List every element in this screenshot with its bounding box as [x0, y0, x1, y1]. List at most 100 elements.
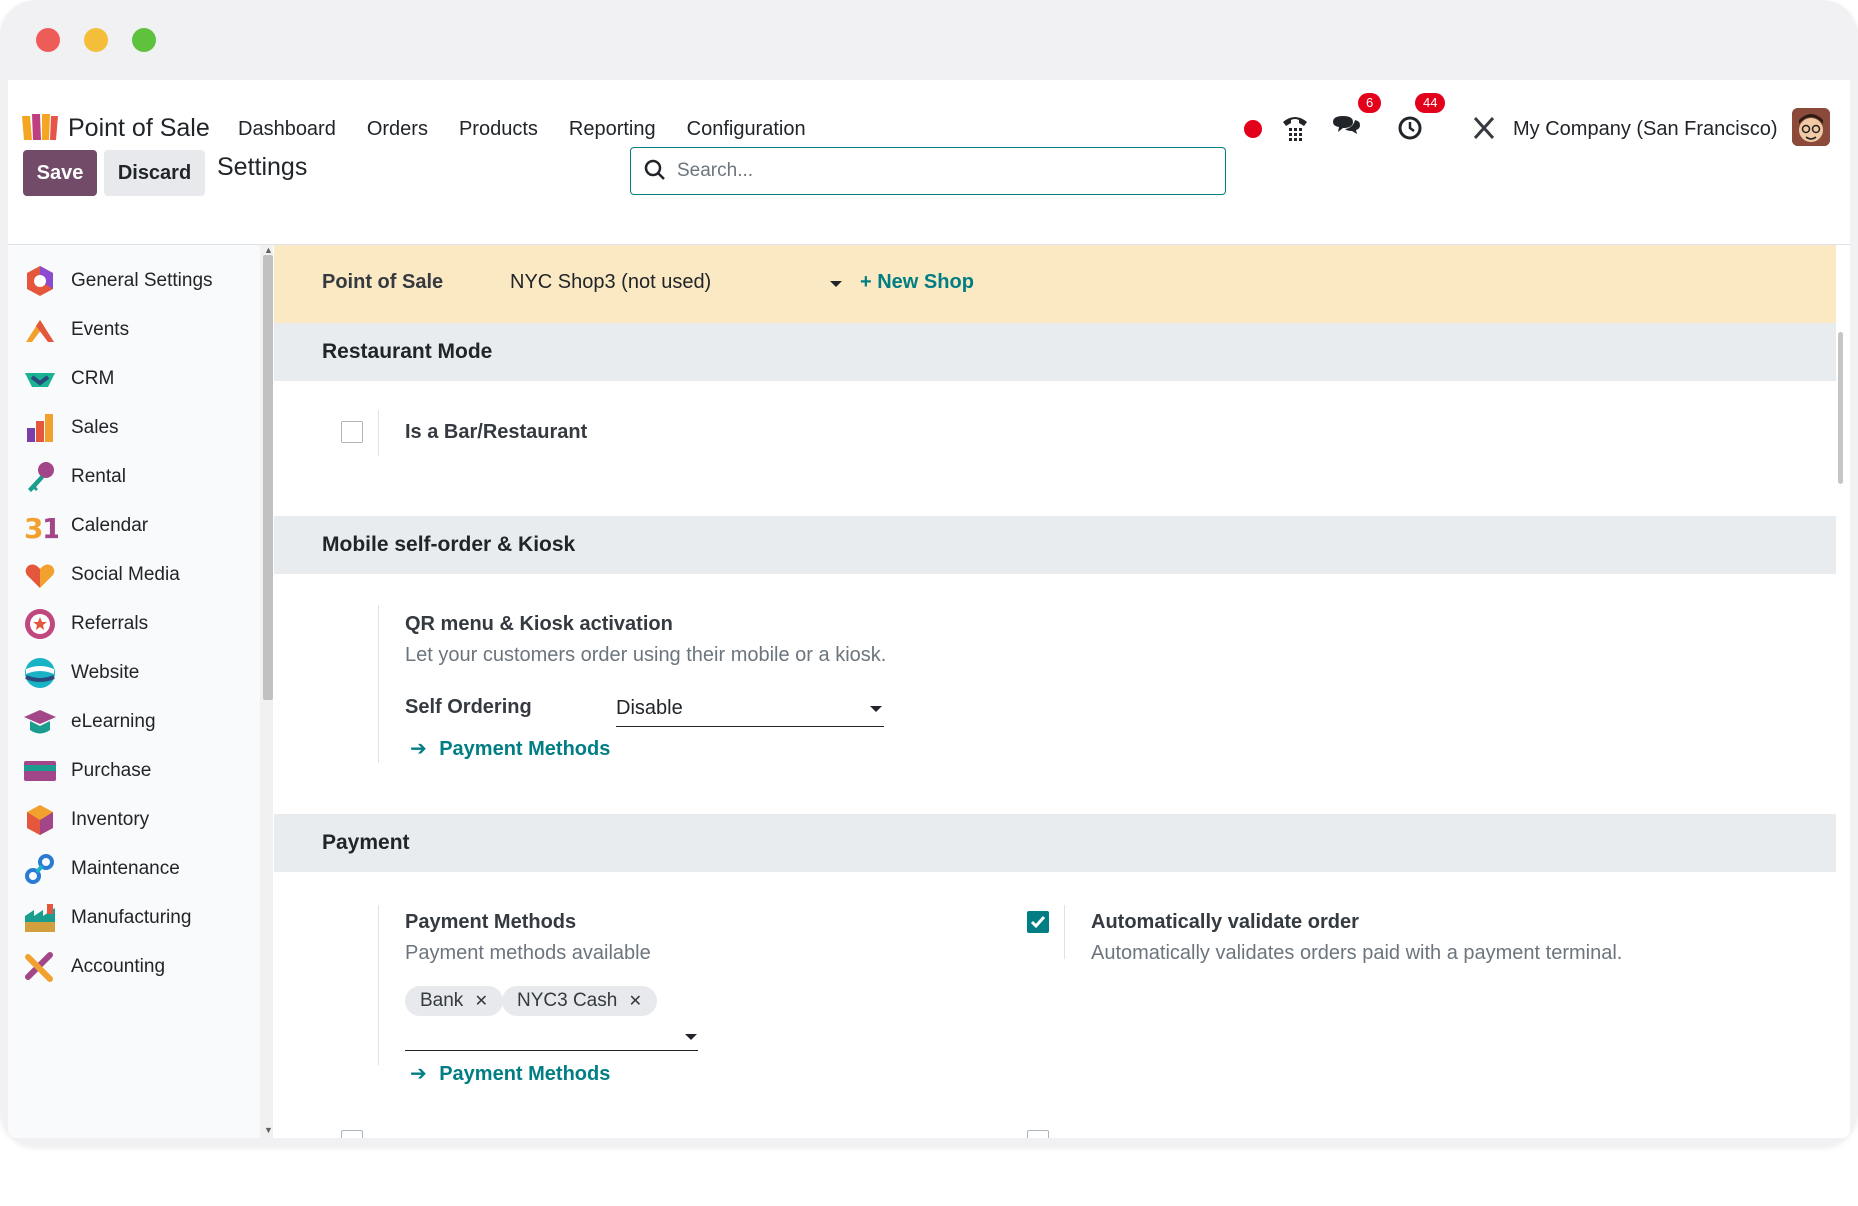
discard-button[interactable]: Discard — [104, 150, 205, 196]
minimize-window-button[interactable] — [84, 28, 108, 52]
general-settings-icon — [27, 266, 53, 296]
remove-tag-icon[interactable]: ✕ — [629, 993, 642, 1010]
calendar-icon: 3 1 — [24, 512, 58, 544]
sidebar-item-label: Sales — [71, 417, 119, 438]
self-ordering-value: Disable — [616, 697, 683, 719]
svg-text:3: 3 — [24, 512, 43, 544]
maximize-window-button[interactable] — [132, 28, 156, 52]
activities-clock-icon[interactable] — [1396, 110, 1426, 146]
content-scroll-thumb[interactable] — [1838, 332, 1843, 484]
app-name[interactable]: Point of Sale — [68, 114, 210, 143]
elearning-cap-icon — [24, 710, 56, 734]
shop-selector-bar: Point of Sale NYC Shop3 (not used) + New… — [274, 245, 1836, 323]
self-ordering-select[interactable]: Disable — [616, 697, 884, 725]
svg-text:1: 1 — [42, 512, 58, 544]
setting-divider — [378, 605, 379, 763]
cash-rounding-checkbox[interactable] — [341, 1130, 363, 1138]
menu-reporting[interactable]: Reporting — [569, 118, 656, 141]
sidebar-item-label: Referrals — [71, 613, 149, 634]
chevron-down-icon — [830, 281, 842, 287]
setting-divider — [378, 410, 379, 456]
odoo-app: Point of Sale Dashboard Orders Products … — [8, 80, 1850, 1138]
close-window-button[interactable] — [36, 28, 60, 52]
payment-tag-bank: Bank ✕ — [405, 986, 503, 1016]
page-title: Settings — [217, 153, 308, 181]
sidebar-item-label: Website — [71, 662, 140, 683]
sales-icon — [27, 414, 53, 442]
settings-sidebar: General Settings Events CRM Sales Rental… — [8, 245, 273, 1138]
website-globe-icon — [25, 658, 55, 688]
payment-methods-link[interactable]: ➔ Payment Methods — [410, 1061, 610, 1086]
kiosk-payment-methods-link[interactable]: ➔ Payment Methods — [410, 736, 610, 761]
sidebar-item-label: General Settings — [71, 270, 213, 291]
payment-tag-nyc3-cash: NYC3 Cash ✕ — [502, 986, 658, 1016]
crm-icon — [25, 373, 55, 387]
debug-tools-icon[interactable] — [1469, 110, 1499, 146]
activities-badge: 44 — [1415, 93, 1446, 113]
setting-divider — [378, 905, 379, 1065]
max-difference-checkbox[interactable] — [1027, 1130, 1049, 1138]
app-window: Point of Sale Dashboard Orders Products … — [0, 0, 1858, 1146]
new-shop-button[interactable]: + New Shop — [860, 271, 974, 294]
section-self-order-kiosk: Mobile self-order & Kiosk — [274, 516, 1836, 574]
shop-selector-label: Point of Sale — [322, 271, 444, 293]
chevron-down-icon — [685, 1034, 697, 1040]
referrals-icon — [25, 609, 55, 639]
user-avatar[interactable] — [1792, 108, 1830, 146]
phone-icon[interactable] — [1280, 110, 1310, 146]
sidebar-item-label: Events — [71, 319, 130, 340]
social-media-heart-icon — [25, 564, 55, 588]
sidebar-item-accounting[interactable]: Accounting — [8, 938, 263, 996]
menu-products[interactable]: Products — [459, 118, 538, 141]
auto-validate-description: Automatically validates orders paid with… — [1091, 942, 1623, 964]
messages-badge: 6 — [1358, 93, 1382, 113]
purchase-card-icon — [24, 761, 56, 781]
recording-indicator-icon[interactable] — [1244, 120, 1262, 138]
scroll-down-arrow-icon[interactable]: ▼ — [264, 1125, 273, 1135]
arrow-right-icon: ➔ — [410, 1063, 427, 1085]
messages-icon[interactable] — [1331, 110, 1361, 146]
section-title: Payment — [322, 831, 410, 854]
menu-dashboard[interactable]: Dashboard — [238, 118, 336, 141]
auto-validate-title: Automatically validate order — [1091, 911, 1359, 933]
remove-tag-icon[interactable]: ✕ — [475, 993, 488, 1010]
search-box[interactable] — [630, 147, 1226, 195]
shop-select[interactable]: NYC Shop3 (not used) — [510, 271, 842, 295]
settings-content: Point of Sale NYC Shop3 (not used) + New… — [274, 245, 1836, 1138]
save-button[interactable]: Save — [23, 150, 97, 196]
self-ordering-label: Self Ordering — [405, 696, 532, 718]
sidebar-item-label: Purchase — [71, 760, 152, 781]
search-icon — [644, 159, 665, 180]
accounting-icon — [25, 952, 53, 982]
menu-orders[interactable]: Orders — [367, 118, 428, 141]
scroll-up-arrow-icon[interactable]: ▲ — [264, 245, 273, 255]
kiosk-setting-title: QR menu & Kiosk activation — [405, 613, 673, 635]
sidebar-item-label: Inventory — [71, 809, 150, 830]
tag-label: NYC3 Cash — [517, 990, 618, 1011]
point-of-sale-logo-icon[interactable] — [20, 110, 60, 142]
sidebar-item-label: Calendar — [71, 515, 149, 536]
payment-methods-description: Payment methods available — [405, 942, 651, 964]
menu-configuration[interactable]: Configuration — [687, 118, 806, 141]
sidebar-item-label: CRM — [71, 368, 115, 389]
bar-restaurant-checkbox[interactable] — [341, 421, 363, 443]
maintenance-icon — [25, 854, 54, 884]
events-icon — [26, 320, 54, 342]
link-label: Payment Methods — [439, 1063, 611, 1085]
section-title: Mobile self-order & Kiosk — [322, 533, 576, 556]
payment-methods-title: Payment Methods — [405, 911, 577, 933]
select-underline — [405, 1050, 698, 1051]
window-controls — [36, 28, 156, 52]
shop-select-value: NYC Shop3 (not used) — [510, 271, 712, 293]
checkmark-icon — [1030, 916, 1046, 929]
sidebar-item-label: Manufacturing — [71, 907, 192, 928]
payment-methods-select[interactable] — [405, 1020, 698, 1050]
sidebar-item-label: eLearning — [71, 711, 156, 732]
auto-validate-checkbox[interactable] — [1027, 911, 1049, 933]
inventory-box-icon — [27, 805, 53, 835]
sidebar-scroll-thumb[interactable] — [263, 255, 273, 700]
setting-divider — [1064, 905, 1065, 959]
tag-label: Bank — [420, 990, 464, 1011]
search-input[interactable] — [675, 154, 1209, 188]
company-switcher[interactable]: My Company (San Francisco) — [1513, 118, 1778, 141]
